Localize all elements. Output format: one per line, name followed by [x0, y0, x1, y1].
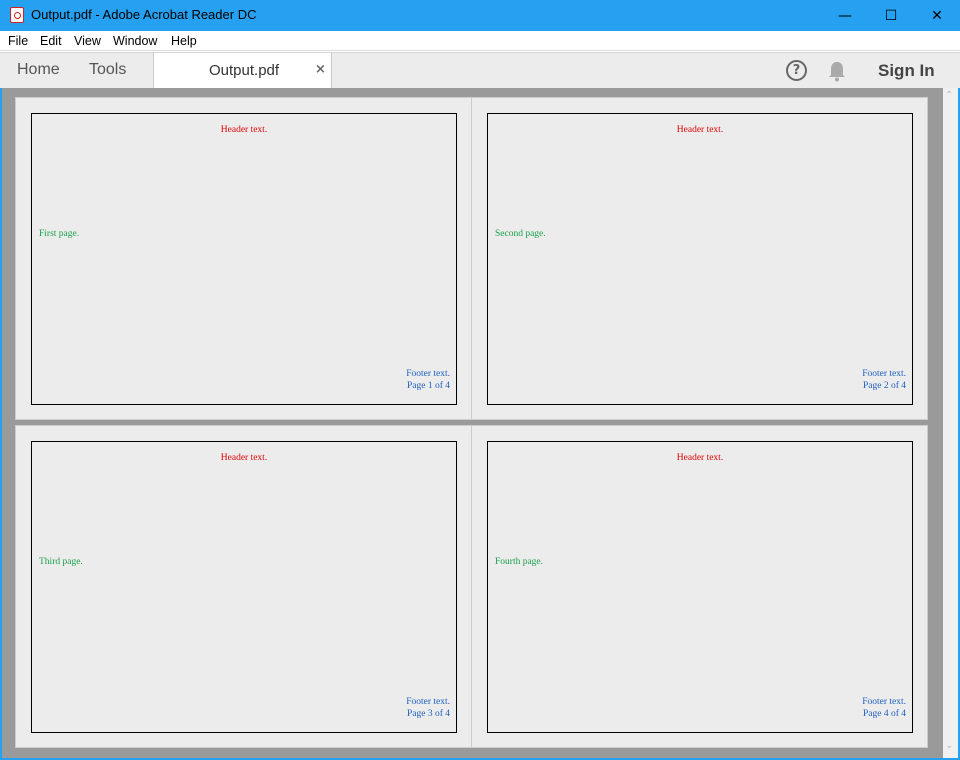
vertical-scrollbar[interactable]: ⌃ ⌄ — [943, 88, 958, 758]
menu-bar: File Edit View Window Help — [0, 31, 960, 51]
page-footer: Footer text. Page 3 of 4 — [406, 696, 450, 720]
page-footer: Footer text. Page 1 of 4 — [406, 368, 450, 392]
footer-text: Footer text. — [406, 697, 450, 707]
footer-text: Footer text. — [862, 369, 906, 379]
menu-window[interactable]: Window — [113, 34, 157, 48]
minimize-button[interactable]: — — [822, 0, 868, 31]
page-number: Page 3 of 4 — [406, 709, 450, 719]
help-icon[interactable]: ? — [786, 60, 807, 81]
page-3: Header text. Third page. Footer text. Pag… — [15, 425, 472, 748]
page-body: Second page. — [495, 229, 546, 239]
page-header: Header text. — [676, 453, 724, 463]
close-icon: ✕ — [931, 7, 943, 24]
document-tab-label: Output.pdf — [209, 62, 280, 79]
sign-in-button[interactable]: Sign In — [878, 61, 935, 81]
page-number: Page 2 of 4 — [862, 381, 906, 391]
footer-text: Footer text. — [862, 697, 906, 707]
window-title: Output.pdf - Adobe Acrobat Reader DC — [31, 7, 257, 22]
page-2: Header text. Second page. Footer text. Pa… — [471, 97, 928, 420]
tab-bar: Home Tools Output.pdf × ? Sign In — [0, 52, 960, 89]
page-4: Header text. Fourth page. Footer text. Pa… — [471, 425, 928, 748]
page-body: Third page. — [39, 557, 83, 567]
scroll-up-icon[interactable]: ⌃ — [945, 90, 953, 101]
tab-tools[interactable]: Tools — [89, 61, 126, 79]
page-number: Page 4 of 4 — [862, 709, 906, 719]
page-number: Page 1 of 4 — [406, 381, 450, 391]
page-header: Header text. — [676, 125, 724, 135]
page-header: Header text. — [220, 453, 268, 463]
page-footer: Footer text. Page 4 of 4 — [862, 696, 906, 720]
maximize-icon: ☐ — [884, 7, 898, 24]
acrobat-icon — [10, 7, 24, 23]
page-body: First page. — [39, 229, 80, 239]
page-footer: Footer text. Page 2 of 4 — [862, 368, 906, 392]
page-border: Header text. Third page. Footer text. Pag… — [31, 441, 457, 733]
menu-file[interactable]: File — [8, 34, 28, 48]
page-header: Header text. — [220, 125, 268, 135]
title-bar: Output.pdf - Adobe Acrobat Reader DC — ☐… — [0, 0, 960, 31]
tab-home[interactable]: Home — [17, 61, 60, 79]
bell-icon[interactable] — [827, 60, 847, 82]
document-viewer: Header text. First page. Footer text. Pag… — [0, 88, 960, 760]
menu-help[interactable]: Help — [171, 34, 197, 48]
close-tab-icon[interactable]: × — [315, 62, 326, 77]
page-border: Header text. Fourth page. Footer text. Pa… — [487, 441, 913, 733]
menu-edit[interactable]: Edit — [40, 34, 62, 48]
page-border: Header text. Second page. Footer text. Pa… — [487, 113, 913, 405]
page-border: Header text. First page. Footer text. Pag… — [31, 113, 457, 405]
page-body: Fourth page. — [495, 557, 544, 567]
maximize-button[interactable]: ☐ — [868, 0, 914, 31]
page-1: Header text. First page. Footer text. Pag… — [15, 97, 472, 420]
minimize-icon: — — [838, 7, 852, 24]
tab-document[interactable]: Output.pdf × — [153, 53, 332, 89]
close-window-button[interactable]: ✕ — [914, 0, 960, 31]
menu-view[interactable]: View — [74, 34, 101, 48]
footer-text: Footer text. — [406, 369, 450, 379]
scroll-down-icon[interactable]: ⌄ — [945, 740, 953, 751]
